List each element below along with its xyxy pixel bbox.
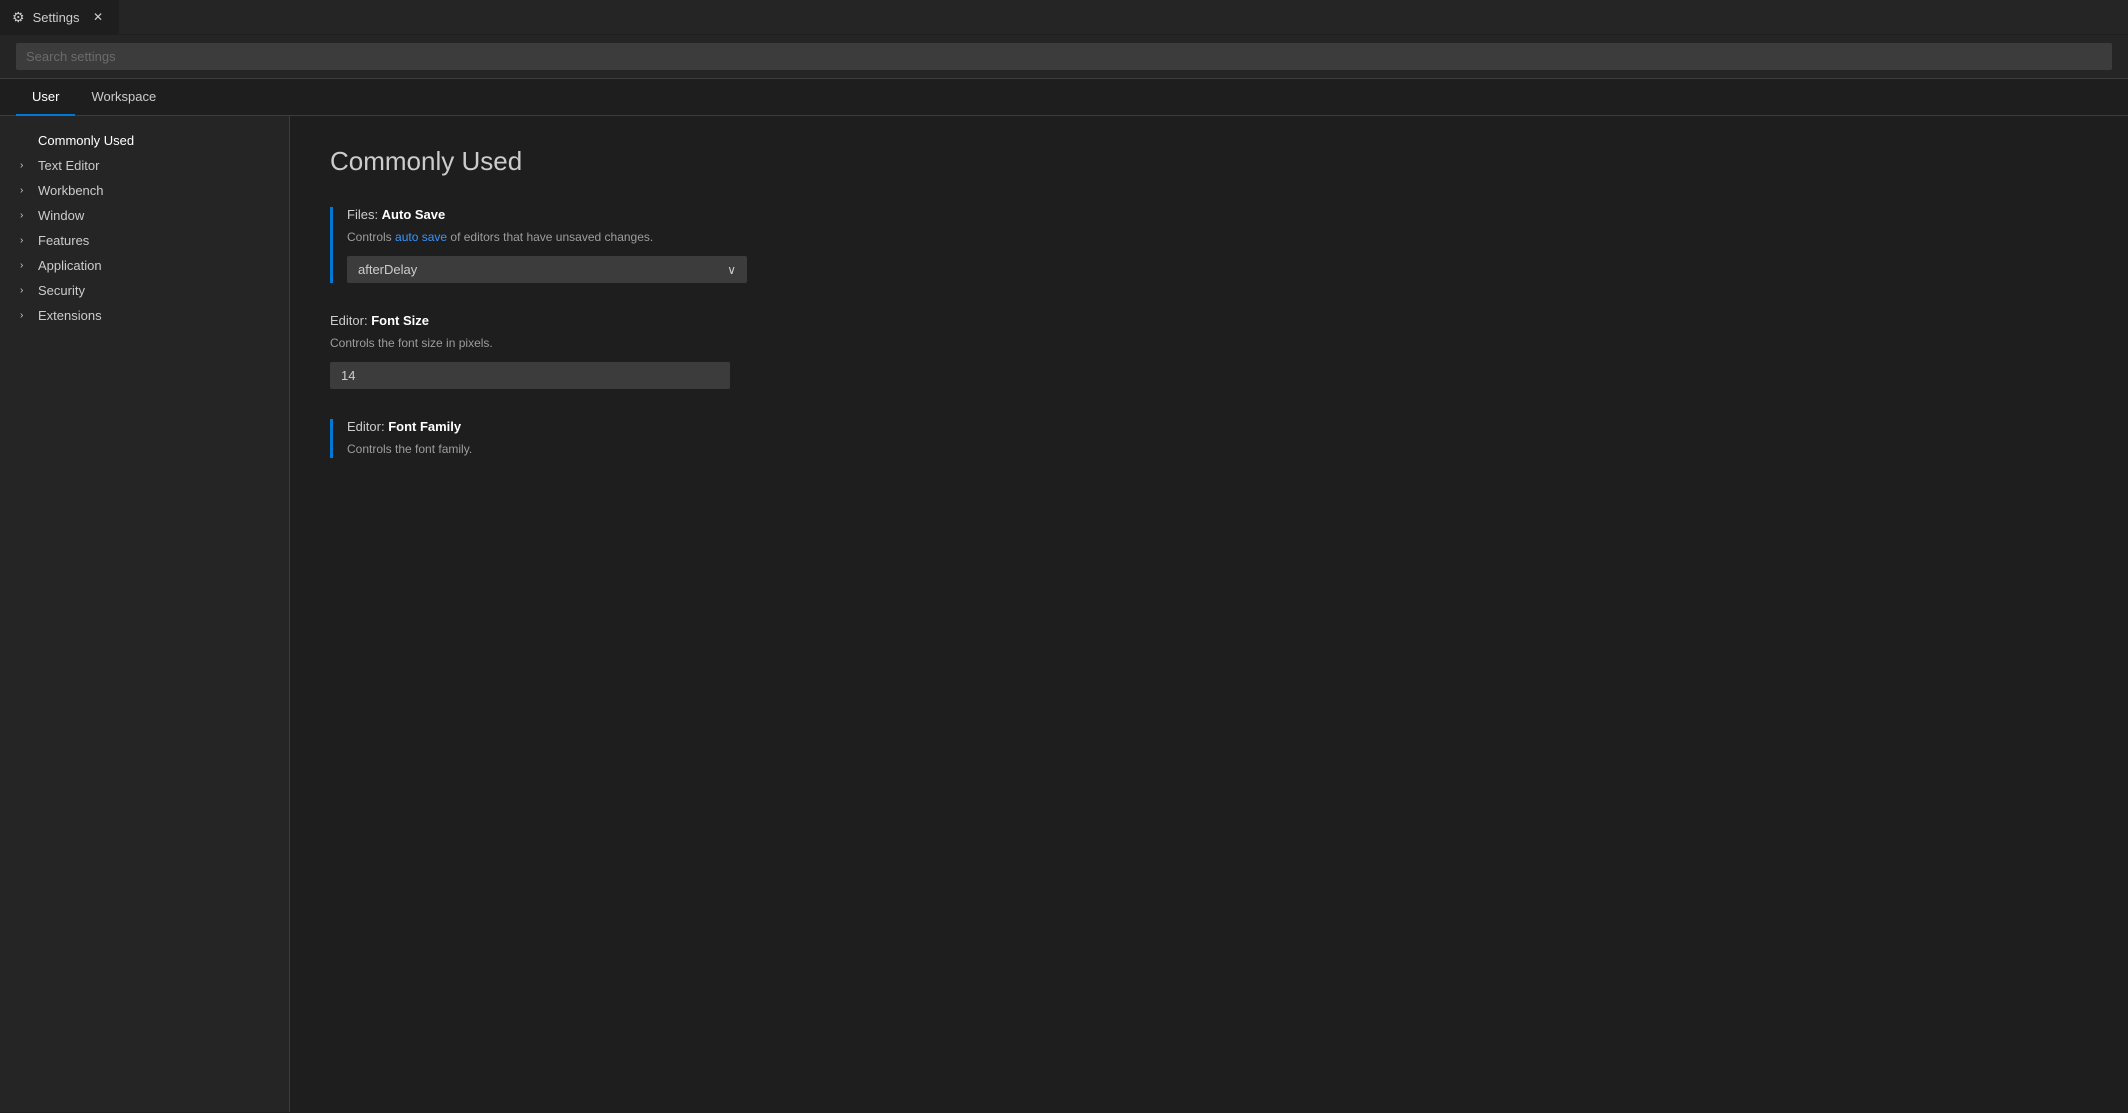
search-input[interactable] (16, 43, 2112, 70)
sidebar-item-extensions[interactable]: › Extensions (0, 303, 289, 328)
setting-font-size: Editor: Font Size Controls the font size… (330, 313, 2088, 389)
setting-font-family-label: Editor: Font Family (347, 419, 2088, 434)
chevron-right-icon: › (20, 210, 32, 221)
setting-auto-save-description: Controls auto save of editors that have … (347, 228, 2088, 246)
tab-workspace[interactable]: Workspace (75, 79, 172, 116)
chevron-right-icon: › (20, 235, 32, 246)
chevron-down-icon: ∨ (727, 263, 736, 277)
tab-user[interactable]: User (16, 79, 75, 116)
sidebar-item-workbench-label: Workbench (38, 183, 104, 198)
chevron-right-icon: › (20, 160, 32, 171)
tab-bar: ⚙ Settings ✕ (0, 0, 2128, 35)
sidebar-item-commonly-used-label: Commonly Used (38, 133, 134, 148)
setting-font-size-label: Editor: Font Size (330, 313, 2088, 328)
sidebar-item-security[interactable]: › Security (0, 278, 289, 303)
auto-save-dropdown-value: afterDelay (358, 262, 417, 277)
content-area: User Workspace Commonly Used › Text Edit… (0, 79, 2128, 1112)
setting-font-family-description: Controls the font family. (347, 440, 2088, 458)
setting-font-size-description: Controls the font size in pixels. (330, 334, 2088, 352)
sidebar-item-features[interactable]: › Features (0, 228, 289, 253)
settings-tab-close[interactable]: ✕ (89, 8, 107, 26)
sidebar-item-features-label: Features (38, 233, 89, 248)
main-content: Commonly Used Files: Auto Save Controls … (290, 116, 2128, 1112)
main-layout: Commonly Used › Text Editor › Workbench … (0, 116, 2128, 1112)
sidebar-item-extensions-label: Extensions (38, 308, 102, 323)
auto-save-link[interactable]: auto save (395, 230, 447, 244)
setting-font-family: Editor: Font Family Controls the font fa… (330, 419, 2088, 458)
auto-save-dropdown[interactable]: afterDelay ∨ (347, 256, 747, 283)
sidebar-item-window[interactable]: › Window (0, 203, 289, 228)
section-title: Commonly Used (330, 146, 2088, 177)
chevron-right-icon: › (20, 260, 32, 271)
search-bar (0, 35, 2128, 79)
settings-tab-label: Settings (33, 10, 80, 25)
chevron-right-icon: › (20, 310, 32, 321)
font-size-input[interactable] (330, 362, 730, 389)
sidebar-item-text-editor[interactable]: › Text Editor (0, 153, 289, 178)
sidebar-item-application[interactable]: › Application (0, 253, 289, 278)
sidebar-item-commonly-used[interactable]: Commonly Used (0, 128, 289, 153)
setting-auto-save: Files: Auto Save Controls auto save of e… (330, 207, 2088, 283)
settings-tab-icon: ⚙ (12, 9, 25, 26)
sidebar-item-application-label: Application (38, 258, 102, 273)
setting-auto-save-label: Files: Auto Save (347, 207, 2088, 222)
sidebar-item-window-label: Window (38, 208, 84, 223)
sidebar-item-security-label: Security (38, 283, 85, 298)
settings-tabs: User Workspace (0, 79, 2128, 116)
sidebar-item-workbench[interactable]: › Workbench (0, 178, 289, 203)
settings-tab[interactable]: ⚙ Settings ✕ (0, 0, 120, 34)
sidebar-item-text-editor-label: Text Editor (38, 158, 99, 173)
chevron-right-icon: › (20, 185, 32, 196)
sidebar: Commonly Used › Text Editor › Workbench … (0, 116, 290, 1112)
chevron-right-icon: › (20, 285, 32, 296)
